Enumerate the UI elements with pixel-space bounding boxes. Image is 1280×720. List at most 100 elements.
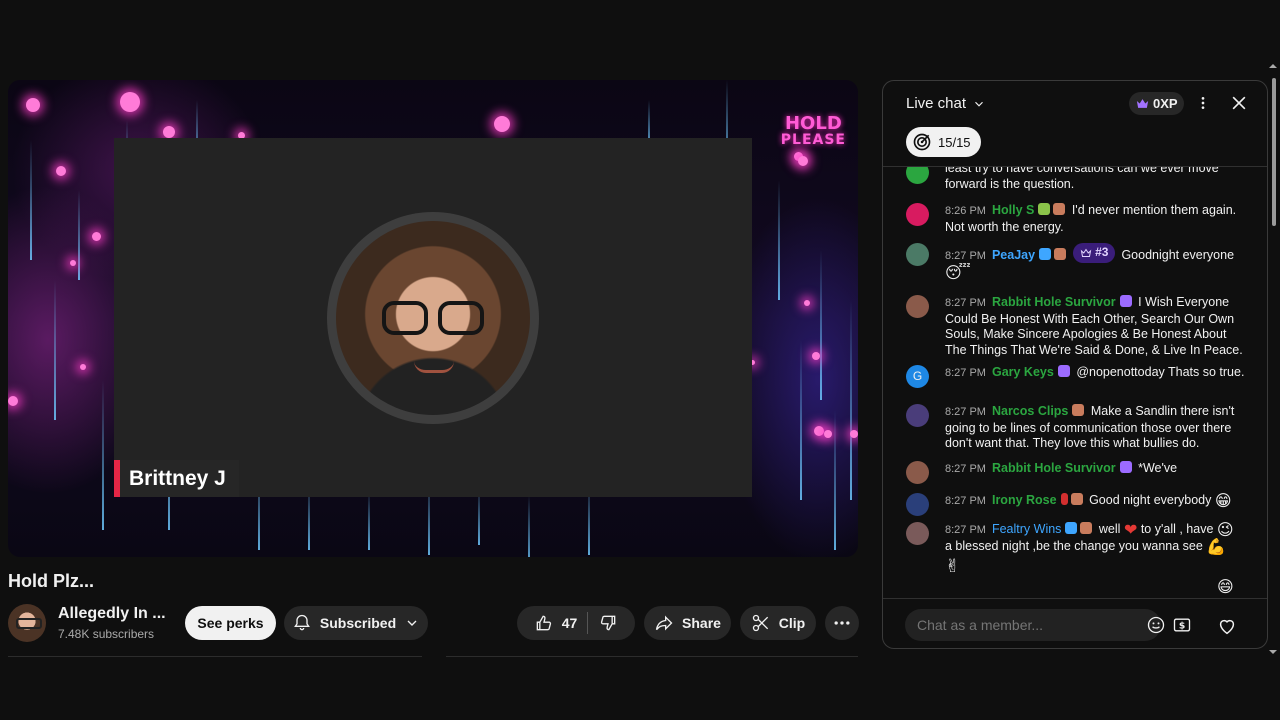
crown-icon [1080,248,1092,257]
chat-message: 8:26 PM Holly S I'd never mention them ag… [906,203,1246,235]
rank-value: #3 [1095,245,1109,260]
author-avatar [906,404,929,427]
chat-input[interactable] [905,609,1110,641]
author-name[interactable]: Irony Rose [992,493,1057,507]
author-avatar [906,295,929,318]
frog-emoji-icon [1038,203,1051,215]
chat-menu-button[interactable] [1195,95,1211,116]
channel-name[interactable]: Allegedly In ... [58,605,166,623]
grin-emoji-icon: 😁 [1214,491,1232,510]
author-name[interactable]: Gary Keys [992,365,1054,379]
close-icon [1232,96,1246,110]
thumbs-down-icon [601,615,616,631]
chevron-down-icon [975,101,983,107]
dollar-icon: $ [1173,618,1191,632]
participant-stage [114,138,752,497]
chat-message: G 8:27 PM Gary Keys @nopenottoday Thats s… [906,365,1246,388]
page-scrollbar-thumb[interactable] [1272,78,1276,226]
chat-message: 8:27 PM Narcos Clips Make a Sandlin there… [906,404,1246,452]
see-perks-label: See perks [197,615,264,631]
share-button[interactable]: Share [644,606,731,640]
chat-message: 8:27 PM PeaJay #3 Goodnight everyone 😴 [906,243,1246,280]
author-name[interactable]: PeaJay [992,248,1035,262]
message-text: Make a Sandlin there isn't going to be l… [945,404,1235,450]
wrench-icon [1065,522,1078,534]
author-name[interactable]: Holly S [992,203,1034,217]
member-badge-icon [1072,404,1085,416]
chat-title: Live chat [906,95,967,112]
chat-goal-pill[interactable]: 15/15 [906,127,981,157]
share-label: Share [682,615,721,631]
thumbs-up-icon [536,615,551,631]
please-text: PLEASE [780,132,846,148]
author-avatar: G [906,365,929,388]
channel-avatar[interactable] [8,604,46,642]
message-time: 8:27 PM [945,297,986,309]
message-time: 8:27 PM [945,524,986,536]
sparkle-badge-icon [1119,295,1132,307]
message-text: Good night everybody [1089,493,1212,507]
author-avatar [906,243,929,266]
message-text: well [1098,522,1121,536]
reaction-emoji-icon: 😄 [1217,577,1234,596]
message-text: I'd never mention them again. Not worth … [945,203,1237,234]
message-time: 8:27 PM [945,250,986,262]
super-chat-button[interactable]: $ [1172,615,1192,640]
sparkle-badge-icon [1057,365,1070,377]
chat-message: 8:27 PM Irony Rose Good night everybody 😁 [906,491,1246,516]
thanks-button[interactable] [1216,615,1238,642]
hold-text: HOLD [784,113,842,134]
subscribed-button[interactable]: Subscribed [284,606,428,640]
author-name[interactable]: Rabbit Hole Survivor [992,295,1116,309]
chat-message: 8:27 PM Rabbit Hole Survivor *We've [906,461,1246,484]
author-avatar [906,167,929,184]
close-chat-button[interactable] [1229,93,1249,118]
message-text: *We've [1138,461,1178,475]
more-actions-button[interactable] [825,606,859,640]
muscle-emoji-icon: 💪 [1206,536,1227,556]
chat-message-list: least try to have conversations can we e… [883,167,1255,598]
page: HOLD PLEASE Brittney J Hold Plz... Alleg… [0,0,1280,720]
scroll-down-arrow-icon [1269,650,1277,654]
dislike-button[interactable] [598,613,618,633]
xp-badge[interactable]: 0XP [1129,92,1184,115]
participant-name: Brittney J [129,466,226,490]
wink-emoji-icon: 😉 [1216,520,1234,539]
emoji-picker-button[interactable] [1146,615,1166,640]
target-icon [913,133,931,151]
message-time: 8:27 PM [945,495,986,507]
like-button[interactable]: 47 [534,613,577,633]
chat-mode-dropdown[interactable]: Live chat [906,95,986,112]
member-badge-icon [1053,203,1066,215]
message-text: @nopenottoday Thats so true. [1076,365,1245,379]
crown-icon [1136,99,1149,108]
message-text-2: to y'all , have [1140,522,1214,536]
share-icon [655,615,673,631]
message-time: 8:26 PM [945,205,986,217]
participant-avatar [327,212,539,424]
message-time: 8:27 PM [945,367,986,379]
subscriber-count: 7.48K subscribers [58,627,155,641]
member-badge-icon [1054,248,1067,260]
video-player[interactable]: HOLD PLEASE Brittney J [8,80,858,557]
goal-progress: 15/15 [938,134,971,150]
author-name[interactable]: Fealtry Wins [992,522,1061,536]
smiley-icon [1147,616,1165,634]
clip-button[interactable]: Clip [740,606,816,640]
video-title: Hold Plz... [8,571,95,591]
author-name[interactable]: Narcos Clips [992,404,1068,418]
peace-emoji-icon: ✌ [945,556,961,577]
chevron-down-icon [407,620,417,626]
message-text: Goodnight everyone [1121,248,1235,262]
sleepy-emoji-icon: 😴 [945,262,971,282]
author-avatar [906,203,929,226]
see-perks-button[interactable]: See perks [185,606,276,640]
author-name[interactable]: Rabbit Hole Survivor [992,461,1116,475]
wrench-icon [1039,248,1052,260]
bell-icon [293,614,310,631]
chat-footer: $ [883,598,1267,648]
member-badge-icon [1070,493,1083,505]
author-avatar [906,493,929,516]
more-horizontal-icon [834,621,850,625]
chat-header: Live chat 0XP 15/15 [883,81,1267,167]
